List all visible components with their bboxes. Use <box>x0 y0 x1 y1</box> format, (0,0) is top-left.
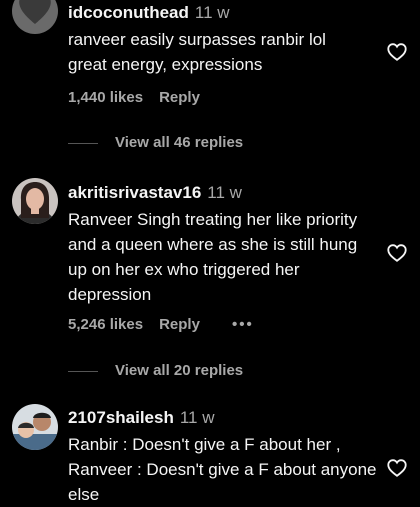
comment-timestamp: 11 w <box>207 183 242 202</box>
view-replies-button[interactable]: View all 20 replies <box>68 362 243 379</box>
like-count[interactable]: 5,246 likes <box>68 316 143 333</box>
reply-button[interactable]: Reply <box>159 316 200 333</box>
comment-username[interactable]: idcoconuthead <box>68 3 189 22</box>
comment-timestamp: 11 w <box>179 408 215 427</box>
like-count[interactable]: 1,440 likes <box>68 89 143 106</box>
view-replies-divider <box>68 142 98 144</box>
view-replies-divider <box>68 370 98 372</box>
avatar-image <box>12 0 58 34</box>
avatar[interactable] <box>12 178 58 224</box>
view-replies-button[interactable]: View all 46 replies <box>68 134 243 151</box>
comment-text: Ranveer Singh treating her like priority… <box>68 210 358 304</box>
avatar[interactable] <box>12 404 58 450</box>
view-replies-label: View all 46 replies <box>115 134 244 151</box>
heart-icon[interactable] <box>386 41 408 63</box>
comment-username[interactable]: akritisrivastav16 <box>68 183 201 202</box>
reply-button[interactable]: Reply <box>159 89 200 106</box>
comment-text: ranveer easily surpasses ranbir lol grea… <box>68 30 326 74</box>
comment-username[interactable]: 2107shailesh <box>68 408 174 427</box>
avatar-image <box>12 178 58 224</box>
avatar-image <box>12 404 58 450</box>
comment-text: Ranbir : Doesn't give a F about her , Ra… <box>68 435 377 504</box>
heart-icon[interactable] <box>386 242 408 264</box>
more-options-icon[interactable]: ••• <box>232 316 254 333</box>
view-replies-label: View all 20 replies <box>115 362 244 379</box>
heart-icon[interactable] <box>386 457 408 479</box>
avatar[interactable] <box>12 0 58 34</box>
comment-timestamp: 11 w <box>194 3 230 22</box>
